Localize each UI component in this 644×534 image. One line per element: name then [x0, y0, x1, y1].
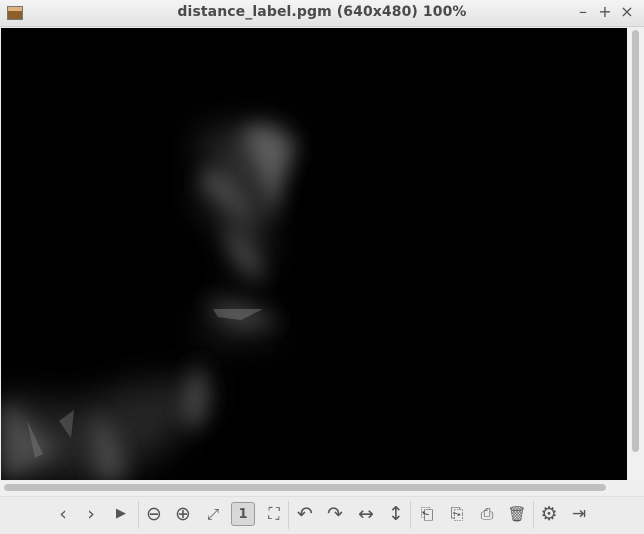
original-size-button[interactable]: 1 [231, 502, 255, 526]
flip-horizontal-button[interactable]: ↔ [354, 502, 378, 526]
bottom-toolbar: ‹ › ▶ ⊖ ⊕ ⤢ 1 ⛶ ↶ ↷ ↔ ↕ ⎗ ⎘ ⎙ 🗑 ⚙ ⇥ [0, 496, 644, 534]
zoom-in-button[interactable]: ⊕ [171, 502, 195, 526]
maximize-button[interactable]: + [595, 2, 615, 22]
previous-image-button[interactable]: ‹ [51, 502, 75, 526]
rotate-left-button[interactable]: ↶ [293, 502, 317, 526]
vertical-scroll-thumb[interactable] [632, 30, 639, 452]
image-canvas[interactable] [1, 28, 627, 480]
settings-button[interactable]: ⚙ [537, 502, 561, 526]
window-title: distance_label.pgm (640x480) 100% [177, 4, 467, 20]
next-image-button[interactable]: › [79, 502, 103, 526]
save-as-button[interactable]: ⎙ [475, 502, 499, 526]
horizontal-scroll-thumb[interactable] [4, 484, 606, 491]
delete-button[interactable]: 🗑 [505, 502, 529, 526]
horizontal-scrollbar[interactable] [0, 482, 627, 494]
minimize-button[interactable]: – [573, 2, 593, 22]
toolbar-divider [533, 501, 534, 529]
rotate-right-button[interactable]: ↷ [323, 502, 347, 526]
vertical-scrollbar[interactable] [627, 28, 644, 482]
open-file-button[interactable]: ⎗ [415, 502, 439, 526]
flip-vertical-button[interactable]: ↕ [384, 502, 408, 526]
toolbar-divider [138, 501, 139, 529]
save-button[interactable]: ⎘ [445, 502, 469, 526]
toolbar-divider [410, 501, 411, 529]
fullscreen-button[interactable]: ⛶ [262, 502, 286, 526]
title-bar: distance_label.pgm (640x480) 100% – + × [0, 0, 644, 27]
zoom-out-button[interactable]: ⊖ [142, 502, 166, 526]
exit-button[interactable]: ⇥ [567, 502, 591, 526]
distance-image [1, 28, 627, 480]
slideshow-button[interactable]: ▶ [109, 502, 133, 526]
image-viewer-window: distance_label.pgm (640x480) 100% – + × [0, 0, 644, 534]
fit-window-button[interactable]: ⤢ [201, 502, 225, 526]
close-button[interactable]: × [617, 2, 637, 22]
toolbar-divider [288, 501, 289, 529]
